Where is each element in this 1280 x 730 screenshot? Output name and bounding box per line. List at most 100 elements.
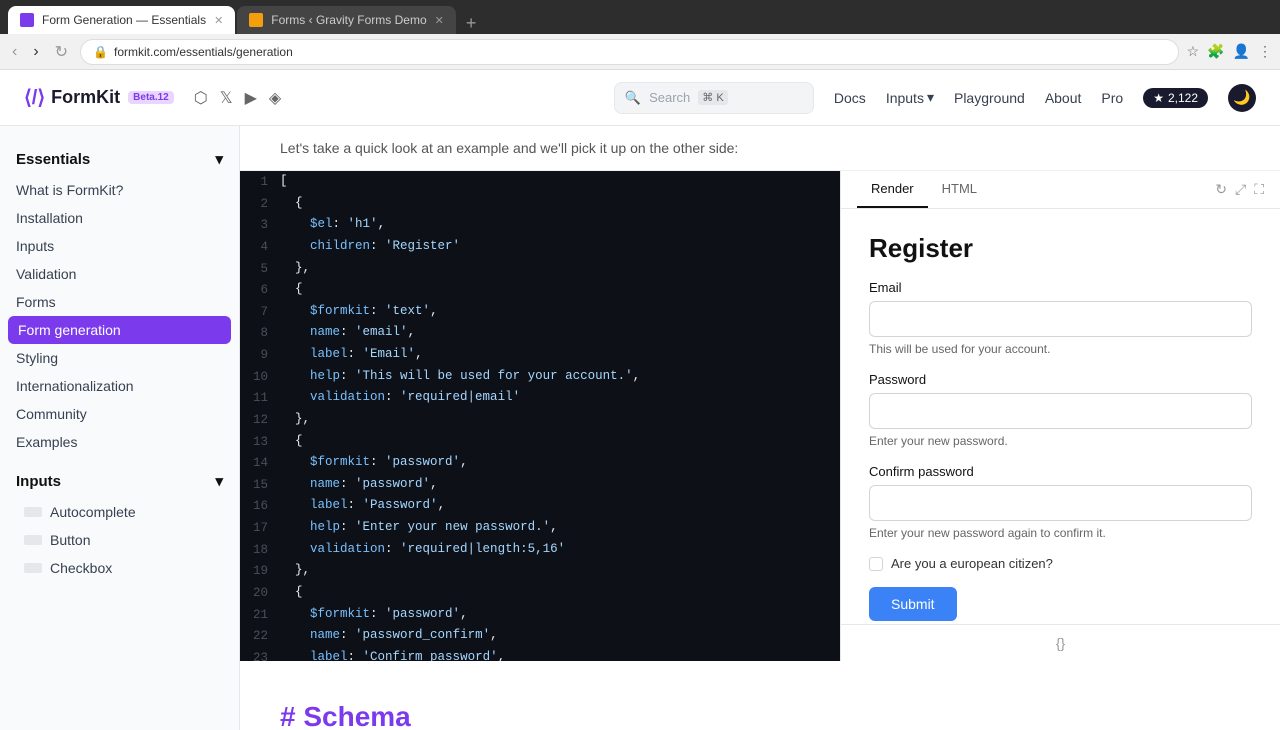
tab-render[interactable]: Render: [857, 171, 928, 208]
code-line-16: 16 label: 'Password',: [240, 495, 840, 517]
app: ⟨/⟩ FormKit Beta.12 ⬡ 𝕏 ▶ ◈ 🔍 Search ⌘ K…: [0, 70, 1280, 730]
sidebar-item-i18n[interactable]: Internationalization: [0, 372, 239, 400]
code-line-12: 12 },: [240, 409, 840, 431]
sidebar: Essentials ▾ What is FormKit? Installati…: [0, 126, 240, 730]
refresh-button[interactable]: ↻: [51, 40, 72, 64]
bookmark-icon[interactable]: ☆: [1187, 43, 1200, 60]
submit-button[interactable]: Submit: [869, 587, 957, 621]
star-icon: ★: [1153, 91, 1164, 105]
code-line-9: 9 label: 'Email',: [240, 344, 840, 366]
github-icon[interactable]: ⬡: [194, 88, 208, 108]
tab-html[interactable]: HTML: [928, 171, 991, 208]
theme-toggle-button[interactable]: 🌙: [1228, 84, 1256, 112]
inputs-section-label: Inputs: [16, 473, 61, 490]
external-link-icon[interactable]: ⤢: [1235, 181, 1246, 198]
sidebar-item-autocomplete[interactable]: Autocomplete: [0, 498, 239, 526]
eu-citizen-row: Are you a european citizen?: [869, 556, 1252, 571]
refresh-preview-icon[interactable]: ↻: [1215, 181, 1227, 198]
address-bar[interactable]: 🔒 formkit.com/essentials/generation: [80, 39, 1179, 65]
sidebar-item-what-is[interactable]: What is FormKit?: [0, 176, 239, 204]
star-count: 2,122: [1168, 91, 1198, 105]
email-field-group: Email This will be used for your account…: [869, 280, 1252, 356]
logo: ⟨/⟩ FormKit Beta.12: [24, 85, 174, 110]
url-text: formkit.com/essentials/generation: [114, 45, 293, 59]
password-input[interactable]: [869, 393, 1252, 429]
preview-actions: ↻ ⤢ ⛶: [1215, 171, 1264, 208]
inputs-header[interactable]: Inputs ▾: [0, 464, 239, 498]
code-line-11: 11 validation: 'required|email': [240, 387, 840, 409]
nav-docs[interactable]: Docs: [834, 90, 866, 106]
search-bar[interactable]: 🔍 Search ⌘ K: [614, 82, 814, 114]
code-line-22: 22 name: 'password_confirm',: [240, 625, 840, 647]
expand-icon[interactable]: ⛶: [1254, 181, 1264, 198]
button-label: Button: [50, 532, 90, 548]
code-line-1: 1[: [240, 171, 840, 193]
profile-icon[interactable]: 👤: [1233, 43, 1250, 60]
sidebar-item-examples[interactable]: Examples: [0, 428, 239, 456]
eu-citizen-checkbox[interactable]: [869, 557, 883, 571]
schema-title: Schema: [303, 701, 410, 730]
inputs-section: Inputs ▾ Autocomplete Button Checkbox: [0, 464, 239, 582]
email-help: This will be used for your account.: [869, 342, 1252, 356]
extensions-icon[interactable]: 🧩: [1207, 43, 1224, 60]
youtube-icon[interactable]: ▶: [245, 88, 257, 108]
preview-tab-bar: Render HTML ↻ ⤢ ⛶: [841, 171, 1280, 209]
code-line-2: 2 {: [240, 193, 840, 215]
schema-heading: # Schema: [280, 701, 1240, 730]
tab-close-button-2[interactable]: ✕: [435, 14, 444, 27]
email-label: Email: [869, 280, 1252, 295]
intro-text: Let's take a quick look at an example an…: [240, 126, 1280, 171]
logo-icon: ⟨/⟩: [24, 85, 45, 110]
app-header: ⟨/⟩ FormKit Beta.12 ⬡ 𝕏 ▶ ◈ 🔍 Search ⌘ K…: [0, 70, 1280, 126]
form-title: Register: [869, 233, 1252, 264]
sidebar-item-validation[interactable]: Validation: [0, 260, 239, 288]
discord-icon[interactable]: ◈: [269, 88, 281, 108]
sidebar-item-installation[interactable]: Installation: [0, 204, 239, 232]
inputs-chevron-icon: ▾: [215, 472, 223, 490]
main-content: Essentials ▾ What is FormKit? Installati…: [0, 126, 1280, 730]
sidebar-item-forms[interactable]: Forms: [0, 288, 239, 316]
search-placeholder: Search: [649, 90, 690, 105]
code-line-3: 3 $el: 'h1',: [240, 214, 840, 236]
email-input[interactable]: [869, 301, 1252, 337]
sidebar-item-form-generation[interactable]: Form generation: [8, 316, 231, 344]
essentials-header[interactable]: Essentials ▾: [0, 142, 239, 176]
inactive-tab[interactable]: Forms ‹ Gravity Forms Demo ✕: [237, 6, 456, 34]
code-line-8: 8 name: 'email',: [240, 322, 840, 344]
tab-close-button[interactable]: ✕: [214, 14, 223, 27]
code-line-17: 17 help: 'Enter your new password.',: [240, 517, 840, 539]
forward-button[interactable]: ›: [29, 41, 42, 63]
code-preview-area: 1[ 2 { 3 $el: 'h1', 4 children: 'Registe…: [240, 171, 1280, 661]
nav-playground[interactable]: Playground: [954, 90, 1025, 106]
new-tab-button[interactable]: +: [458, 13, 485, 34]
code-line-20: 20 {: [240, 582, 840, 604]
browser-chrome: Form Generation — Essentials ✕ Forms ‹ G…: [0, 0, 1280, 70]
sidebar-item-styling[interactable]: Styling: [0, 344, 239, 372]
code-line-14: 14 $formkit: 'password',: [240, 452, 840, 474]
nav-icons: ☆ 🧩 👤 ⋮: [1187, 43, 1272, 60]
nav-about[interactable]: About: [1045, 90, 1082, 106]
logo-beta-badge: Beta.12: [128, 91, 174, 104]
password-help: Enter your new password.: [869, 434, 1252, 448]
back-button[interactable]: ‹: [8, 41, 21, 63]
nav-pro[interactable]: Pro: [1101, 90, 1123, 106]
autocomplete-icon: [24, 507, 42, 517]
confirm-password-field-group: Confirm password Enter your new password…: [869, 464, 1252, 540]
more-icon[interactable]: ⋮: [1258, 43, 1272, 60]
inputs-label: Inputs: [886, 90, 924, 106]
star-badge[interactable]: ★ 2,122: [1143, 88, 1208, 108]
sidebar-item-community[interactable]: Community: [0, 400, 239, 428]
code-line-7: 7 $formkit: 'text',: [240, 301, 840, 323]
active-tab[interactable]: Form Generation — Essentials ✕: [8, 6, 235, 34]
essentials-section: Essentials ▾ What is FormKit? Installati…: [0, 142, 239, 456]
confirm-password-input[interactable]: [869, 485, 1252, 521]
password-label: Password: [869, 372, 1252, 387]
confirm-password-label: Confirm password: [869, 464, 1252, 479]
nav-inputs[interactable]: Inputs ▾: [886, 89, 934, 106]
twitter-icon[interactable]: 𝕏: [220, 88, 233, 108]
eu-citizen-label: Are you a european citizen?: [891, 556, 1053, 571]
sidebar-item-checkbox[interactable]: Checkbox: [0, 554, 239, 582]
search-icon: 🔍: [625, 90, 641, 106]
sidebar-item-button[interactable]: Button: [0, 526, 239, 554]
sidebar-item-inputs[interactable]: Inputs: [0, 232, 239, 260]
